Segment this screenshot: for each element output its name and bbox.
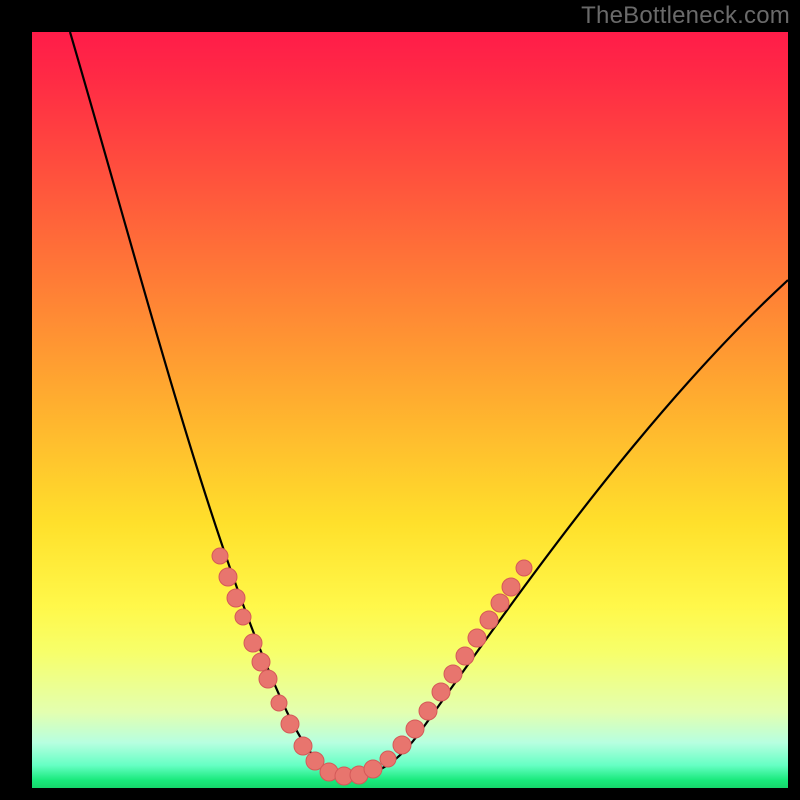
curve-bead [380, 751, 396, 767]
curve-bead [432, 683, 450, 701]
plot-area [32, 32, 788, 788]
curve-bead [444, 665, 462, 683]
bottleneck-chart [32, 32, 788, 788]
curve-bead [364, 760, 382, 778]
curve-bead [393, 736, 411, 754]
curve-bead [468, 629, 486, 647]
bottleneck-curve-path [70, 32, 788, 776]
curve-bead [212, 548, 228, 564]
curve-bead [502, 578, 520, 596]
curve-bead [252, 653, 270, 671]
curve-bead [516, 560, 532, 576]
curve-bead [235, 609, 251, 625]
curve-bead [271, 695, 287, 711]
watermark-text: TheBottleneck.com [581, 2, 790, 30]
curve-bead [294, 737, 312, 755]
curve-bead [419, 702, 437, 720]
curve-bead [281, 715, 299, 733]
outer-frame: TheBottleneck.com [0, 0, 800, 800]
curve-bead [227, 589, 245, 607]
curve-beads [212, 548, 532, 785]
curve-bead [491, 594, 509, 612]
curve-bead [456, 647, 474, 665]
curve-bead [259, 670, 277, 688]
curve-bead [480, 611, 498, 629]
curve-bead [244, 634, 262, 652]
curve-bead [406, 720, 424, 738]
curve-bead [219, 568, 237, 586]
